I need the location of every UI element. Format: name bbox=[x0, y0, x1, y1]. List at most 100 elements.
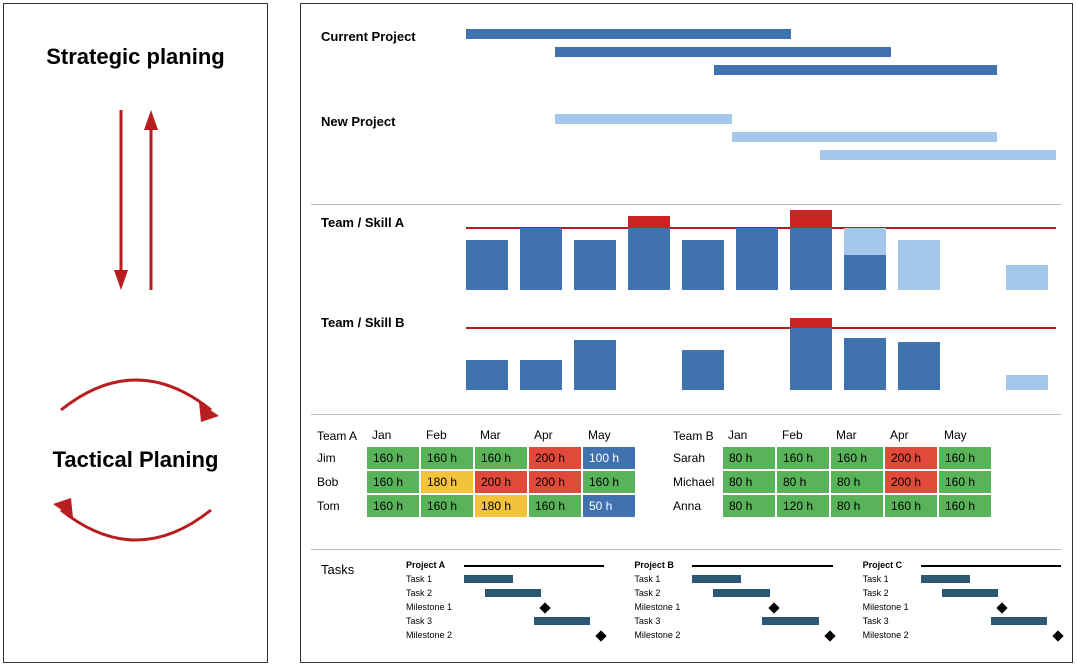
team-a-label: Team / Skill A bbox=[321, 215, 404, 230]
task-name: Task 3 bbox=[863, 616, 921, 626]
hours-cell: 80 h bbox=[722, 494, 776, 518]
current-project-label: Current Project bbox=[321, 29, 451, 44]
task-bar bbox=[942, 589, 998, 597]
task-name: Task 3 bbox=[406, 616, 464, 626]
task-bar bbox=[921, 575, 970, 583]
gantt-bar-new bbox=[555, 114, 732, 124]
mini-gantt: Project CTask 1Task 2Milestone 1Task 3Mi… bbox=[863, 558, 1061, 642]
task-name: Milestone 1 bbox=[406, 602, 464, 612]
hist-bar bbox=[1006, 315, 1048, 390]
hist-bar bbox=[898, 315, 940, 390]
month-header: May bbox=[582, 425, 636, 446]
month-header: Feb bbox=[776, 425, 830, 446]
month-header: Jan bbox=[366, 425, 420, 446]
month-header: Jan bbox=[722, 425, 776, 446]
hist-bar bbox=[466, 315, 508, 390]
hours-cell: 180 h bbox=[474, 494, 528, 518]
gantt-section: Current Project New Project bbox=[311, 14, 1061, 194]
hours-cell: 100 h bbox=[582, 446, 636, 470]
hours-table: Team AJanFebMarAprMayJim160 h160 h160 h2… bbox=[311, 425, 637, 519]
task-name: Milestone 2 bbox=[863, 630, 921, 640]
task-bar bbox=[534, 617, 590, 625]
hours-cell: 160 h bbox=[420, 446, 474, 470]
hours-cell: 50 h bbox=[582, 494, 636, 518]
hours-cell: 200 h bbox=[474, 470, 528, 494]
project-name: Project B bbox=[634, 560, 692, 570]
tactical-title: Tactical Planing bbox=[53, 447, 219, 473]
hours-cell: 160 h bbox=[938, 470, 992, 494]
vertical-arrows bbox=[96, 110, 176, 290]
task-name: Task 2 bbox=[406, 588, 464, 598]
hours-cell: 160 h bbox=[582, 470, 636, 494]
hist-bar bbox=[844, 215, 886, 290]
hours-table: Team BJanFebMarAprMaySarah80 h160 h160 h… bbox=[667, 425, 993, 519]
hist-bar bbox=[628, 315, 670, 390]
hours-cell: 160 h bbox=[830, 446, 884, 470]
milestone-diamond-icon bbox=[1052, 630, 1063, 641]
hist-bar bbox=[736, 215, 778, 290]
hist-bar bbox=[466, 215, 508, 290]
mini-gantt: Project BTask 1Task 2Milestone 1Task 3Mi… bbox=[634, 558, 832, 642]
team-b-hist: Team / Skill B bbox=[311, 315, 1061, 400]
hours-cell: 160 h bbox=[938, 446, 992, 470]
person-name: Bob bbox=[311, 470, 366, 494]
hours-tables: Team AJanFebMarAprMayJim160 h160 h160 h2… bbox=[311, 414, 1061, 544]
task-bar bbox=[991, 617, 1047, 625]
hours-cell: 120 h bbox=[776, 494, 830, 518]
hours-cell: 160 h bbox=[776, 446, 830, 470]
hist-bar bbox=[520, 315, 562, 390]
milestone-diamond-icon bbox=[824, 630, 835, 641]
team-name: Team B bbox=[667, 425, 722, 446]
milestone-diamond-icon bbox=[996, 602, 1007, 613]
month-header: Mar bbox=[474, 425, 528, 446]
hist-bar bbox=[574, 315, 616, 390]
hist-bar bbox=[790, 315, 832, 390]
right-panel: Current Project New Project Team / Skill… bbox=[300, 3, 1073, 663]
person-name: Jim bbox=[311, 446, 366, 470]
team-name: Team A bbox=[311, 425, 366, 446]
hist-bar bbox=[520, 215, 562, 290]
hours-cell: 160 h bbox=[884, 494, 938, 518]
team-b-label: Team / Skill B bbox=[321, 315, 405, 330]
person-name: Michael bbox=[667, 470, 722, 494]
hours-cell: 160 h bbox=[420, 494, 474, 518]
left-panel: Strategic planing Tactical Planing bbox=[3, 3, 268, 663]
gantt-bar-new bbox=[820, 150, 1056, 160]
milestone-diamond-icon bbox=[596, 630, 607, 641]
milestone-diamond-icon bbox=[540, 602, 551, 613]
tasks-label: Tasks bbox=[321, 562, 354, 577]
task-name: Milestone 2 bbox=[406, 630, 464, 640]
hours-cell: 160 h bbox=[528, 494, 582, 518]
hist-bar bbox=[898, 215, 940, 290]
hours-cell: 160 h bbox=[938, 494, 992, 518]
month-header: Mar bbox=[830, 425, 884, 446]
task-name: Task 2 bbox=[863, 588, 921, 598]
project-name: Project A bbox=[406, 560, 464, 570]
month-header: Apr bbox=[884, 425, 938, 446]
task-name: Milestone 2 bbox=[634, 630, 692, 640]
hours-cell: 80 h bbox=[776, 470, 830, 494]
hours-cell: 80 h bbox=[722, 446, 776, 470]
task-name: Task 1 bbox=[406, 574, 464, 584]
task-bar bbox=[464, 575, 513, 583]
hours-cell: 80 h bbox=[830, 494, 884, 518]
task-name: Task 1 bbox=[863, 574, 921, 584]
task-bar bbox=[713, 589, 769, 597]
hist-bar bbox=[682, 215, 724, 290]
hours-cell: 160 h bbox=[366, 470, 420, 494]
month-header: Feb bbox=[420, 425, 474, 446]
hist-bar bbox=[1006, 215, 1048, 290]
hours-cell: 160 h bbox=[474, 446, 528, 470]
gantt-bar-current bbox=[714, 65, 997, 75]
tactical-cycle: Tactical Planing bbox=[31, 360, 241, 560]
hist-bar bbox=[628, 215, 670, 290]
hours-cell: 180 h bbox=[420, 470, 474, 494]
month-header: May bbox=[938, 425, 992, 446]
task-name: Milestone 1 bbox=[863, 602, 921, 612]
strategic-title: Strategic planing bbox=[46, 44, 224, 70]
hours-cell: 80 h bbox=[830, 470, 884, 494]
task-name: Task 1 bbox=[634, 574, 692, 584]
hours-cell: 80 h bbox=[722, 470, 776, 494]
hours-cell: 200 h bbox=[528, 470, 582, 494]
hours-cell: 160 h bbox=[366, 446, 420, 470]
